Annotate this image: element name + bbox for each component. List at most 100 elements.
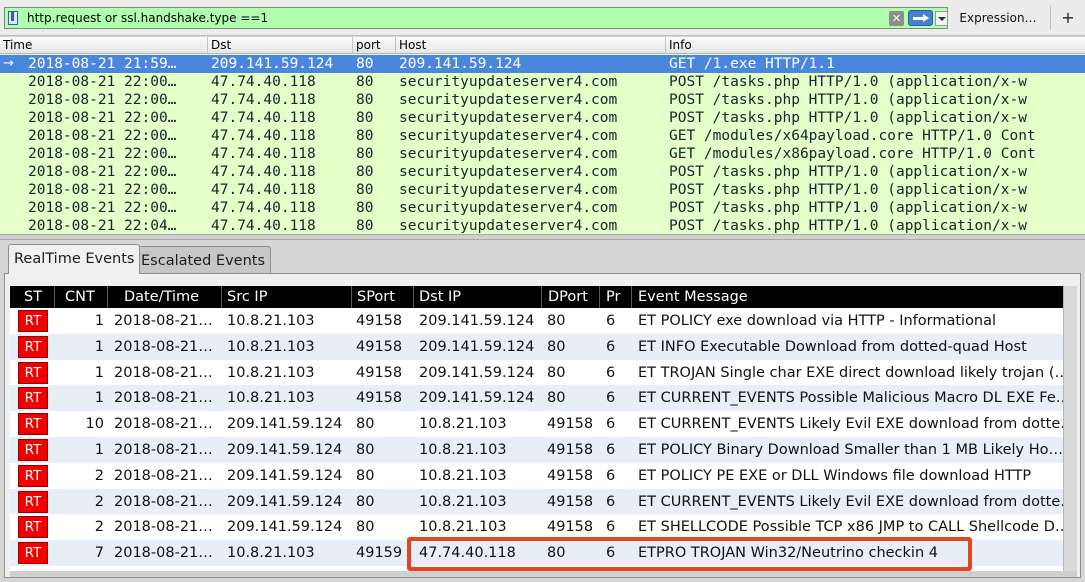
clear-icon[interactable]: ✕: [889, 11, 904, 26]
status-badge: RT: [18, 361, 48, 384]
packet-cell-port: 80: [356, 74, 374, 90]
tab-realtime-events[interactable]: RealTime Events: [8, 244, 141, 274]
packet-cell-time: 2018-08-21 22:00…: [28, 146, 177, 162]
event-cell-pr: 6: [606, 442, 616, 458]
packet-row[interactable]: 2018-08-21 22:04… 47.74.40.118 80 securityu…: [0, 217, 1085, 234]
event-cell-datetime: 2018-08-21…: [114, 467, 213, 484]
event-cell-dport: 49158: [547, 416, 594, 433]
events-table[interactable]: ST CNT Date/Time Src IP SPort Dst IP DPo…: [10, 286, 1063, 571]
packet-cell-time: 2018-08-21 22:00…: [28, 200, 177, 216]
horizontal-scrollbar[interactable]: [10, 571, 1077, 577]
event-row[interactable]: RT 1 2018-08-21… 10.8.21.103 49158 209.141.59…: [10, 308, 1063, 334]
column-header-info[interactable]: Info: [666, 37, 1085, 54]
packet-cell-info: POST /tasks.php HTTP/1.0 (application/x-…: [669, 200, 1027, 216]
event-row[interactable]: RT 1 2018-08-21… 10.8.21.103 49158 209.141.59…: [10, 359, 1063, 386]
event-cell-cnt: 1: [94, 338, 104, 355]
packet-row[interactable]: 2018-08-21 22:00… 47.74.40.118 80 securityu…: [0, 73, 1085, 91]
event-row[interactable]: RT 7 2018-08-21… 10.8.21.103 49159 47.74.40.1…: [10, 540, 1063, 567]
event-cell-pr: 6: [606, 467, 616, 484]
packet-cell-info: POST /tasks.php HTTP/1.0 (application/x-…: [669, 218, 1027, 234]
event-cell-src: 10.8.21.103: [227, 338, 315, 355]
chevron-down-icon[interactable]: [935, 11, 948, 26]
column-header-port[interactable]: port: [353, 37, 396, 54]
status-badge: RT: [18, 335, 48, 358]
column-header-sport[interactable]: SPort: [352, 286, 414, 308]
apply-arrow-icon[interactable]: [908, 10, 933, 26]
packet-cell-time: 2018-08-21 22:00…: [28, 164, 177, 180]
packet-cell-dst: 47.74.40.118: [211, 92, 316, 108]
column-header-pr[interactable]: Pr: [600, 286, 632, 308]
column-header-cnt[interactable]: CNT: [55, 286, 108, 308]
packet-row[interactable]: 2018-08-21 22:00… 47.74.40.118 80 securityu…: [0, 127, 1085, 145]
event-cell-dst: 10.8.21.103: [419, 493, 507, 510]
column-header-time[interactable]: Time: [0, 37, 208, 54]
packet-cell-port: 80: [356, 182, 374, 198]
display-filter-input[interactable]: http.request or ssl.handshake.type ==1 ✕: [4, 7, 948, 29]
expression-button[interactable]: Expression…: [950, 7, 1046, 29]
event-row[interactable]: RT 1 2018-08-21… 10.8.21.103 49158 209.141.59…: [10, 385, 1063, 412]
event-cell-dst: 209.141.59.124: [419, 313, 535, 329]
packet-cell-time: 2018-08-21 22:00…: [28, 92, 177, 108]
column-header-event-message[interactable]: Event Message: [632, 286, 1063, 308]
column-header-dport[interactable]: DPort: [542, 286, 600, 308]
event-cell-pr: 6: [606, 519, 616, 536]
event-cell-datetime: 2018-08-21…: [114, 493, 213, 510]
column-header-host[interactable]: Host: [396, 37, 666, 54]
column-header-st[interactable]: ST: [10, 286, 55, 308]
packet-list[interactable]: Time Dst port Host Info → 2018-08-21 21:5…: [0, 37, 1085, 234]
event-row[interactable]: RT 2 2018-08-21… 209.141.59.124 80 10.8.21.10…: [10, 488, 1063, 515]
packet-row[interactable]: → 2018-08-21 21:59… 209.141.59.124 80 209.14…: [0, 55, 1085, 73]
event-cell-dport: 80: [547, 313, 566, 329]
event-row[interactable]: RT 1 2018-08-21… 209.141.59.124 80 10.8.21.10…: [10, 437, 1063, 463]
packet-cell-info: POST /tasks.php HTTP/1.0 (application/x-…: [669, 74, 1027, 90]
event-cell-pr: 6: [606, 545, 616, 562]
packet-row[interactable]: 2018-08-21 22:00… 47.74.40.118 80 securityu…: [0, 199, 1085, 217]
event-row[interactable]: RT 1 2018-08-21… 10.8.21.103 49158 209.141.59…: [10, 333, 1063, 360]
event-cell-dport: 80: [547, 390, 566, 407]
column-header-dst-ip[interactable]: Dst IP: [414, 286, 542, 308]
packet-cell-host: securityupdateserver4.com: [399, 110, 618, 126]
event-cell-sport: 49159: [356, 545, 403, 562]
bookmark-icon[interactable]: [8, 11, 18, 25]
event-cell-sport: 80: [356, 519, 375, 536]
column-header-dst[interactable]: Dst: [208, 37, 353, 54]
tab-escalated-events[interactable]: Escalated Events: [135, 246, 272, 274]
event-cell-dst: 10.8.21.103: [419, 519, 507, 536]
event-cell-datetime: 2018-08-21…: [114, 442, 213, 458]
packet-cell-port: 80: [356, 92, 374, 108]
packet-row[interactable]: 2018-08-21 22:00… 47.74.40.118 80 securityu…: [0, 163, 1085, 181]
add-filter-button[interactable]: +: [1056, 6, 1080, 30]
packet-list-header: Time Dst port Host Info: [0, 37, 1085, 54]
packet-cell-dst: 47.74.40.118: [211, 110, 316, 126]
event-cell-sport: 80: [356, 493, 375, 510]
event-cell-msg: ET SHELLCODE Possible TCP x86 JMP to CAL…: [638, 519, 1063, 536]
packet-cell-time: 2018-08-21 22:00…: [28, 182, 177, 198]
packet-cell-port: 80: [356, 56, 374, 72]
packet-cell-dst: 47.74.40.118: [211, 182, 316, 198]
event-cell-cnt: 10: [85, 416, 104, 433]
packet-row[interactable]: 2018-08-21 22:00… 47.74.40.118 80 securityu…: [0, 109, 1085, 127]
events-panel: RealTime Events Escalated Events ST CNT …: [0, 240, 1085, 582]
event-cell-datetime: 2018-08-21…: [114, 519, 213, 536]
column-header-src-ip[interactable]: Src IP: [222, 286, 352, 308]
status-badge: RT: [18, 439, 48, 461]
packet-cell-time: 2018-08-21 22:00…: [28, 110, 177, 126]
event-row[interactable]: RT 2 2018-08-21… 209.141.59.124 80 10.8.21.10…: [10, 462, 1063, 489]
status-badge: RT: [18, 542, 48, 565]
event-row[interactable]: RT 2 2018-08-21… 209.141.59.124 80 10.8.21.10…: [10, 514, 1063, 541]
packet-cell-port: 80: [356, 128, 374, 144]
packet-row[interactable]: 2018-08-21 22:00… 47.74.40.118 80 securityu…: [0, 145, 1085, 163]
display-filter-text: http.request or ssl.handshake.type ==1: [27, 11, 269, 25]
event-cell-datetime: 2018-08-21…: [114, 416, 213, 433]
event-cell-src: 209.141.59.124: [227, 493, 343, 510]
packet-row[interactable]: 2018-08-21 22:00… 47.74.40.118 80 securityu…: [0, 181, 1085, 199]
packet-row[interactable]: 2018-08-21 22:00… 47.74.40.118 80 securityu…: [0, 91, 1085, 109]
column-header-datetime[interactable]: Date/Time: [108, 286, 222, 308]
event-row[interactable]: RT 10 2018-08-21… 209.141.59.124 80 10.8.21.1…: [10, 411, 1063, 438]
event-cell-sport: 49158: [356, 313, 403, 329]
selected-packet-arrow-icon: →: [3, 56, 14, 71]
event-cell-cnt: 1: [94, 442, 104, 458]
event-cell-sport: 49158: [356, 390, 403, 407]
event-cell-src: 209.141.59.124: [227, 467, 343, 484]
vertical-scrollbar[interactable]: [1063, 286, 1077, 571]
